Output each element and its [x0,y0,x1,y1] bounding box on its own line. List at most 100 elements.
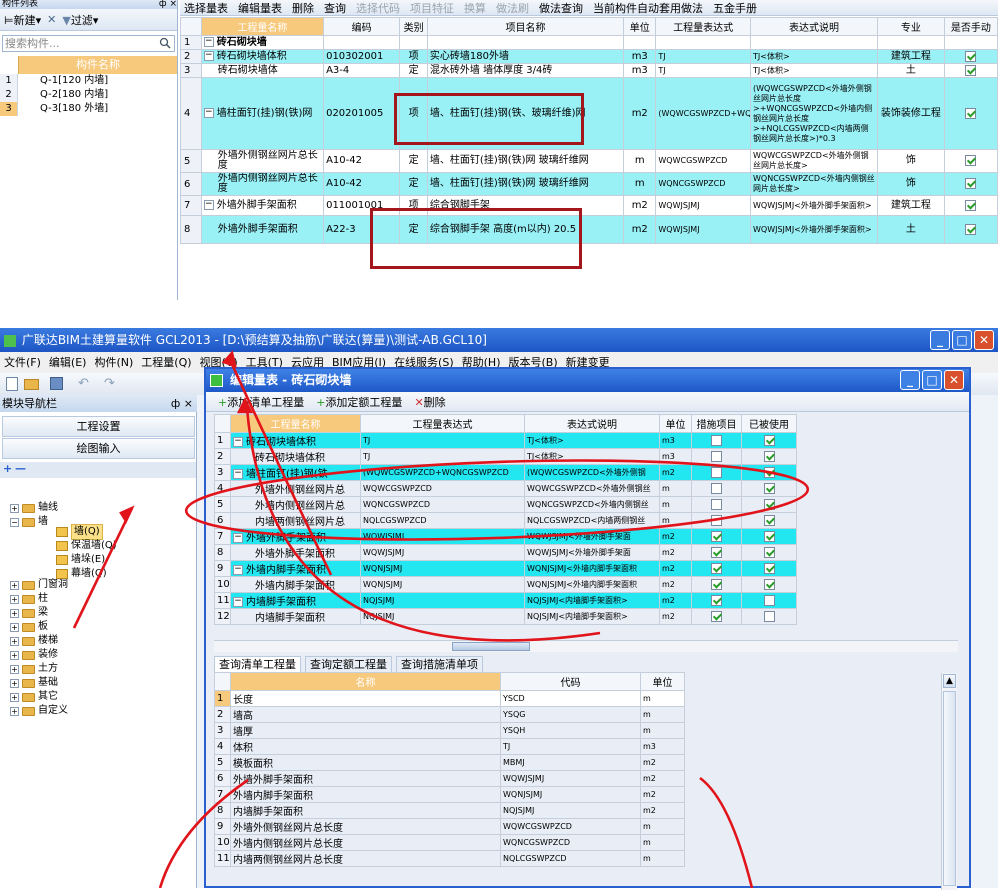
expr-cell[interactable]: TJ [655,49,751,64]
table-row[interactable]: 3 墙厚 YSQH m [214,722,685,739]
table-row[interactable]: 9− 外墙内脚手架面积 WQNJSJMJ WQNJSJMJ<外墙内脚手架面积 m2 [214,560,797,577]
toolbar-button[interactable]: 五金手册 [713,0,757,15]
quantity-name-cell[interactable]: 内墙两侧钢丝网片总 [230,512,361,529]
table-row[interactable]: 12 内墙脚手架面积 NQJSJMJ NQJSJMJ<内墙脚手架面积> m2 [214,608,797,625]
major-cell[interactable]: 饰 [876,172,945,196]
expand-icon[interactable]: + [10,664,19,674]
expr-cell[interactable]: WQWJSJMJ [655,215,751,244]
query-code-cell[interactable]: WQWCGSWPZCD [500,818,641,835]
query-code-cell[interactable]: YSQH [500,722,641,739]
used-checkbox[interactable] [763,434,775,446]
column-header[interactable]: 表达式说明 [750,17,878,36]
measure-checkbox[interactable] [711,530,722,542]
minimize-button[interactable]: _ [930,330,950,350]
panel-pin-close[interactable]: ф × [159,0,177,9]
toolbar-button[interactable]: 删除 [292,0,314,15]
menu-item[interactable]: 编辑(E) [49,352,87,373]
desc-cell[interactable]: TJ<体积> [750,49,878,64]
toolbar-button[interactable]: 选择量表 [184,0,228,15]
expand-icon[interactable]: + [10,580,19,590]
collapse-icon[interactable]: − [203,37,214,47]
measure-checkbox[interactable] [711,450,722,462]
used-checkbox[interactable] [763,482,775,494]
table-row[interactable]: 10 外墙内脚手架面积 WQNJSJMJ WQNJSJMJ<外墙内脚手架面积 m2 [214,576,797,593]
table-row[interactable]: 3 砖石砌块墙体 A3-4 定混水砖外墙 墙体厚度 3/4砖 m3 TJ TJ<体积> 土 [180,63,998,78]
measure-checkbox[interactable] [711,498,722,510]
manual-cell[interactable] [943,215,998,244]
description-cell[interactable]: (WQWCGSWPZCD<外墙外侧钢 [524,464,660,481]
dialog-maximize-button[interactable]: □ [922,370,942,390]
expression-cell[interactable]: NQLCGSWPZCD [360,512,525,529]
tree-folder[interactable]: + 柱 [10,592,48,606]
query-code-cell[interactable]: WQWJSJMJ [500,770,641,787]
used-cell[interactable] [741,560,797,577]
manual-cell[interactable] [943,172,998,196]
scroll-up-icon[interactable]: ▲ [943,674,956,688]
table-row[interactable]: 2 墙高 YSQG m [214,706,685,723]
measure-cell[interactable] [691,448,742,465]
toolbar-button[interactable]: 做法刷 [496,0,529,15]
search-icon[interactable] [159,37,171,49]
filter-button[interactable]: ▼过滤▾ [62,12,98,28]
expression-cell[interactable]: NQJSJMJ [360,608,525,625]
quantity-name-cell[interactable]: 外墙外侧钢丝网片总 [230,480,361,497]
used-checkbox[interactable] [763,546,775,558]
expr-cell[interactable]: WQWJSJMJ [655,195,751,216]
toolbar-button[interactable]: 查询 [324,0,346,15]
quantity-name-cell[interactable]: 外墙内脚手架面积 [230,576,361,593]
expression-cell[interactable]: WQNJSJMJ [360,560,525,577]
unit-cell[interactable]: m3 [623,63,657,78]
toolbar-button[interactable]: 项目特征 [410,0,454,15]
unit-cell[interactable]: m [659,496,692,513]
code-cell[interactable]: A10-42 [323,149,401,173]
desc-cell[interactable]: WQNCGSWPZCD<外墙内侧钢丝网片总长度> [750,172,878,196]
query-code-cell[interactable]: NQLCGSWPZCD [500,850,641,867]
search-input[interactable]: 搜索构件... [2,35,175,52]
unit-cell[interactable]: m2 [659,560,692,577]
query-unit-cell[interactable]: m [640,818,685,835]
column-header[interactable]: 工程量名称 [200,17,325,36]
used-cell[interactable] [741,528,797,545]
horizontal-scrollbar[interactable] [214,640,958,652]
tree-folder[interactable]: + 自定义 [10,704,68,718]
column-header[interactable]: 编码 [323,17,401,36]
expr-cell[interactable]: WQWCGSWPZCD [655,149,751,173]
column-header[interactable]: 是否手动 [943,17,998,36]
expand-icon[interactable]: + [10,594,19,604]
collapse-icon[interactable]: − [233,437,243,447]
column-header[interactable]: 专业 [876,17,945,36]
query-name-cell[interactable]: 外墙内脚手架面积 [230,786,501,803]
used-cell[interactable] [741,592,797,609]
cat-cell[interactable]: 定 [399,63,428,78]
query-unit-cell[interactable]: m [640,722,685,739]
used-checkbox[interactable] [763,610,775,622]
toolbar-button[interactable]: 选择代码 [356,0,400,15]
table-row[interactable]: 4 外墙外侧钢丝网片总 WQWCGSWPZCD WQWCGSWPZCD<外墙外侧钢丝 m [214,480,797,497]
desc-cell[interactable]: WQWJSJMJ<外墙外脚手架面积> [750,195,878,216]
description-cell[interactable]: WQNCGSWPZCD<外墙内侧钢丝 [524,496,660,513]
query-name-cell[interactable]: 墙高 [230,706,501,723]
used-cell[interactable] [741,464,797,481]
query-name-cell[interactable]: 外墙内侧钢丝网片总长度 [230,834,501,851]
description-cell[interactable]: WQWCGSWPZCD<外墙外侧钢丝 [524,480,660,497]
query-code-cell[interactable]: YSQG [500,706,641,723]
used-cell[interactable] [741,608,797,625]
column-header[interactable]: 类别 [399,17,428,36]
tree-folder[interactable]: + 其它 [10,690,58,704]
proj-cell[interactable]: 实心砖墙180外墙 [426,49,625,64]
close-button[interactable]: ✕ [974,330,994,350]
column-header[interactable]: 工程量表达式 [655,17,751,36]
code-cell[interactable] [323,35,401,50]
quantity-name-cell[interactable]: − 内墙脚手架面积 [230,592,361,609]
measure-checkbox[interactable] [711,594,722,606]
table-row[interactable]: 11− 内墙脚手架面积 NQJSJMJ NQJSJMJ<内墙脚手架面积> m2 [214,592,797,609]
major-cell[interactable]: 装饰装修工程 [876,77,945,150]
column-header[interactable]: 表达式说明 [524,414,660,433]
query-unit-cell[interactable]: m3 [640,738,685,755]
desc-cell[interactable] [750,35,878,50]
manual-checkbox[interactable] [965,155,977,167]
table-row[interactable]: 1 长度 YSCD m [214,690,685,707]
quantity-name-cell[interactable]: 外墙内侧钢丝网片总长度 [200,172,325,196]
unit-cell[interactable]: m [659,512,692,529]
tree-leaf[interactable]: 墙(Q) [56,524,103,540]
